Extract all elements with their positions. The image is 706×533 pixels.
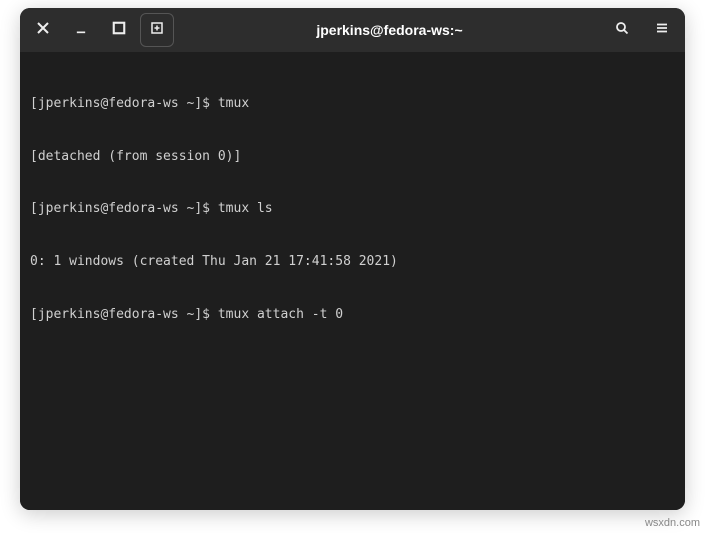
shell-prompt: [jperkins@fedora-ws ~]$ — [30, 307, 218, 322]
shell-prompt: [jperkins@fedora-ws ~]$ — [30, 201, 218, 216]
maximize-icon — [112, 21, 126, 40]
watermark: wsxdn.com — [645, 517, 700, 529]
search-button[interactable] — [605, 13, 639, 47]
titlebar: jperkins@fedora-ws:~ — [20, 8, 685, 52]
minimize-icon — [76, 21, 86, 39]
titlebar-left-controls — [26, 13, 174, 47]
terminal-body[interactable]: [jperkins@fedora-ws ~]$ tmux [detached (… — [20, 52, 685, 510]
command-text: tmux attach -t 0 — [218, 307, 343, 322]
search-icon — [615, 21, 629, 40]
minimize-button[interactable] — [64, 13, 98, 47]
close-button[interactable] — [26, 13, 60, 47]
window-title: jperkins@fedora-ws:~ — [180, 22, 599, 38]
close-icon — [37, 21, 49, 39]
terminal-line: [detached (from session 0)] — [30, 148, 675, 166]
titlebar-right-controls — [605, 13, 679, 47]
menu-button[interactable] — [645, 13, 679, 47]
command-text: tmux — [218, 96, 249, 111]
new-tab-button[interactable] — [140, 13, 174, 47]
terminal-line: [jperkins@fedora-ws ~]$ tmux ls — [30, 200, 675, 218]
shell-prompt: [jperkins@fedora-ws ~]$ — [30, 96, 218, 111]
maximize-button[interactable] — [102, 13, 136, 47]
terminal-line: [jperkins@fedora-ws ~]$ tmux attach -t 0 — [30, 306, 675, 324]
new-tab-icon — [150, 21, 164, 40]
terminal-line: [jperkins@fedora-ws ~]$ tmux — [30, 95, 675, 113]
terminal-line: 0: 1 windows (created Thu Jan 21 17:41:5… — [30, 253, 675, 271]
hamburger-icon — [655, 21, 669, 40]
terminal-window: jperkins@fedora-ws:~ [jperkins@fedora-ws… — [20, 8, 685, 510]
command-text: tmux ls — [218, 201, 273, 216]
